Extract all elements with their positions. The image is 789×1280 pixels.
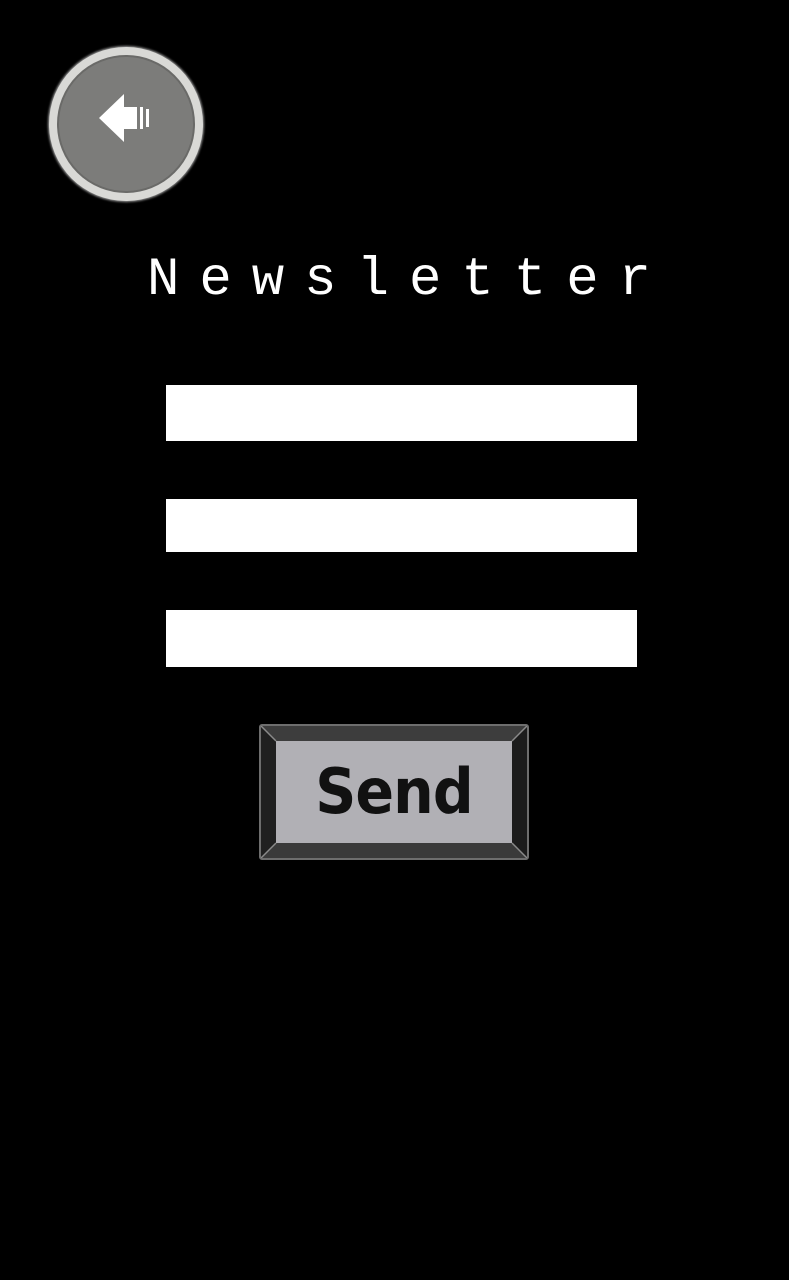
page-title: Newsletter [146, 250, 672, 311]
newsletter-field-1[interactable] [166, 385, 637, 441]
send-button-label: Send [315, 755, 473, 828]
back-button[interactable] [49, 47, 203, 201]
arrow-left-icon [99, 94, 149, 142]
newsletter-field-3[interactable] [166, 610, 637, 667]
send-button[interactable]: Send [259, 724, 529, 860]
newsletter-field-2[interactable] [166, 499, 637, 552]
